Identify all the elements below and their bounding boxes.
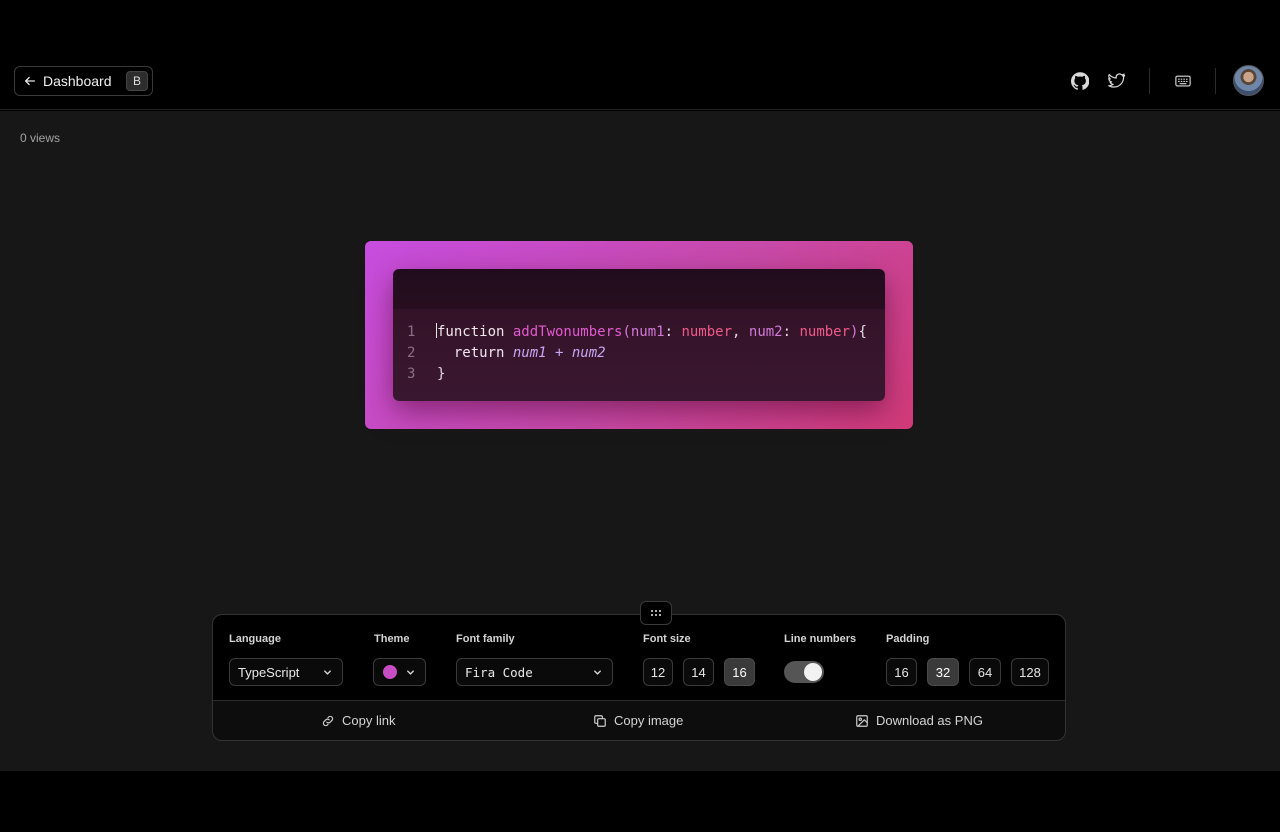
code-token: return [437,345,513,361]
chevron-down-icon [407,670,414,675]
font-size-option[interactable]: 14 [683,658,714,686]
copy-image-label: Copy image [614,713,684,728]
code-token: + [546,345,572,361]
padding-option[interactable]: 16 [886,658,917,686]
code-token: function [437,324,513,340]
padding-option[interactable]: 128 [1011,658,1049,686]
language-select[interactable]: TypeScript [229,658,343,686]
line-numbers-toggle[interactable] [784,661,824,683]
font-size-option-selected[interactable]: 16 [724,658,755,686]
code-token: : [664,324,682,340]
line-numbers-label: Line numbers [784,633,857,645]
divider [1149,68,1150,94]
copy-icon [594,714,606,727]
chevron-down-icon [324,670,331,675]
settings-toolbar: Language TypeScript Theme Font family Fi… [212,601,1066,741]
theme-label: Theme [374,633,410,645]
views-count: 0 views [20,131,61,145]
code-line: 2 return num1 + num2 [393,343,885,364]
keyboard-icon[interactable] [1172,70,1194,92]
line-number: 1 [407,324,416,340]
code-snippet-frame: 1 function addTwonumbers(num1: number, nu… [365,241,913,429]
code-text: } [437,364,445,385]
copy-image-button[interactable]: Copy image [593,713,683,728]
language-label: Language [229,633,281,645]
code-token: number [681,324,733,340]
dashboard-label: Dashboard [43,73,112,89]
copy-link-label: Copy link [342,713,396,728]
language-value: TypeScript [238,664,300,680]
code-line: 1 function addTwonumbers(num1: number, nu… [393,322,885,343]
font-family-value: Fira Code [465,664,533,680]
theme-select[interactable] [373,658,426,686]
twitter-icon[interactable] [1106,70,1128,92]
divider [1215,68,1216,94]
code-token: addTwonumbers [512,324,623,340]
link-icon [322,715,334,726]
copy-link-button[interactable]: Copy link [321,713,395,728]
code-token: num2 [571,345,606,361]
code-text: return num1 + num2 [437,343,606,364]
padding-option[interactable]: 64 [969,658,1001,686]
chevron-down-icon [594,670,601,675]
shortcut-badge: B [126,71,148,91]
font-family-select[interactable]: Fira Code [456,658,613,686]
code-editor[interactable]: 1 function addTwonumbers(num1: number, nu… [393,322,885,385]
font-family-label: Font family [456,633,515,645]
font-size-option[interactable]: 12 [643,658,673,686]
code-token: { [858,324,867,340]
code-token: , [732,324,749,340]
code-token: num1 [512,345,547,361]
code-text: function addTwonumbers(num1: number, num… [436,322,867,343]
dashboard-back-button[interactable]: Dashboard B [14,66,153,96]
user-avatar[interactable] [1233,65,1264,96]
code-token: : [782,324,800,340]
toggle-knob [804,663,822,681]
code-token: } [437,366,446,382]
line-number: 3 [407,366,416,382]
padding-option-selected[interactable]: 32 [927,658,959,686]
download-png-label: Download as PNG [876,713,983,728]
theme-swatch [383,665,397,679]
drag-handle-icon[interactable] [640,601,672,625]
code-token: num1 [630,324,665,340]
bottom-strip [0,771,1280,832]
github-icon[interactable] [1069,70,1091,92]
download-png-button[interactable]: Download as PNG [855,713,983,728]
code-window: 1 function addTwonumbers(num1: number, nu… [393,269,885,401]
code-window-titlebar [393,269,885,309]
arrow-left-icon [24,76,36,86]
line-number: 2 [407,345,416,361]
code-line: 3} [393,364,885,385]
image-icon [856,714,868,727]
padding-label: Padding [886,633,930,645]
font-size-label: Font size [643,633,691,645]
code-token: number [799,324,851,340]
code-token: ( [622,324,631,340]
code-token: num2 [748,324,783,340]
top-bar: Dashboard B [0,0,1280,110]
